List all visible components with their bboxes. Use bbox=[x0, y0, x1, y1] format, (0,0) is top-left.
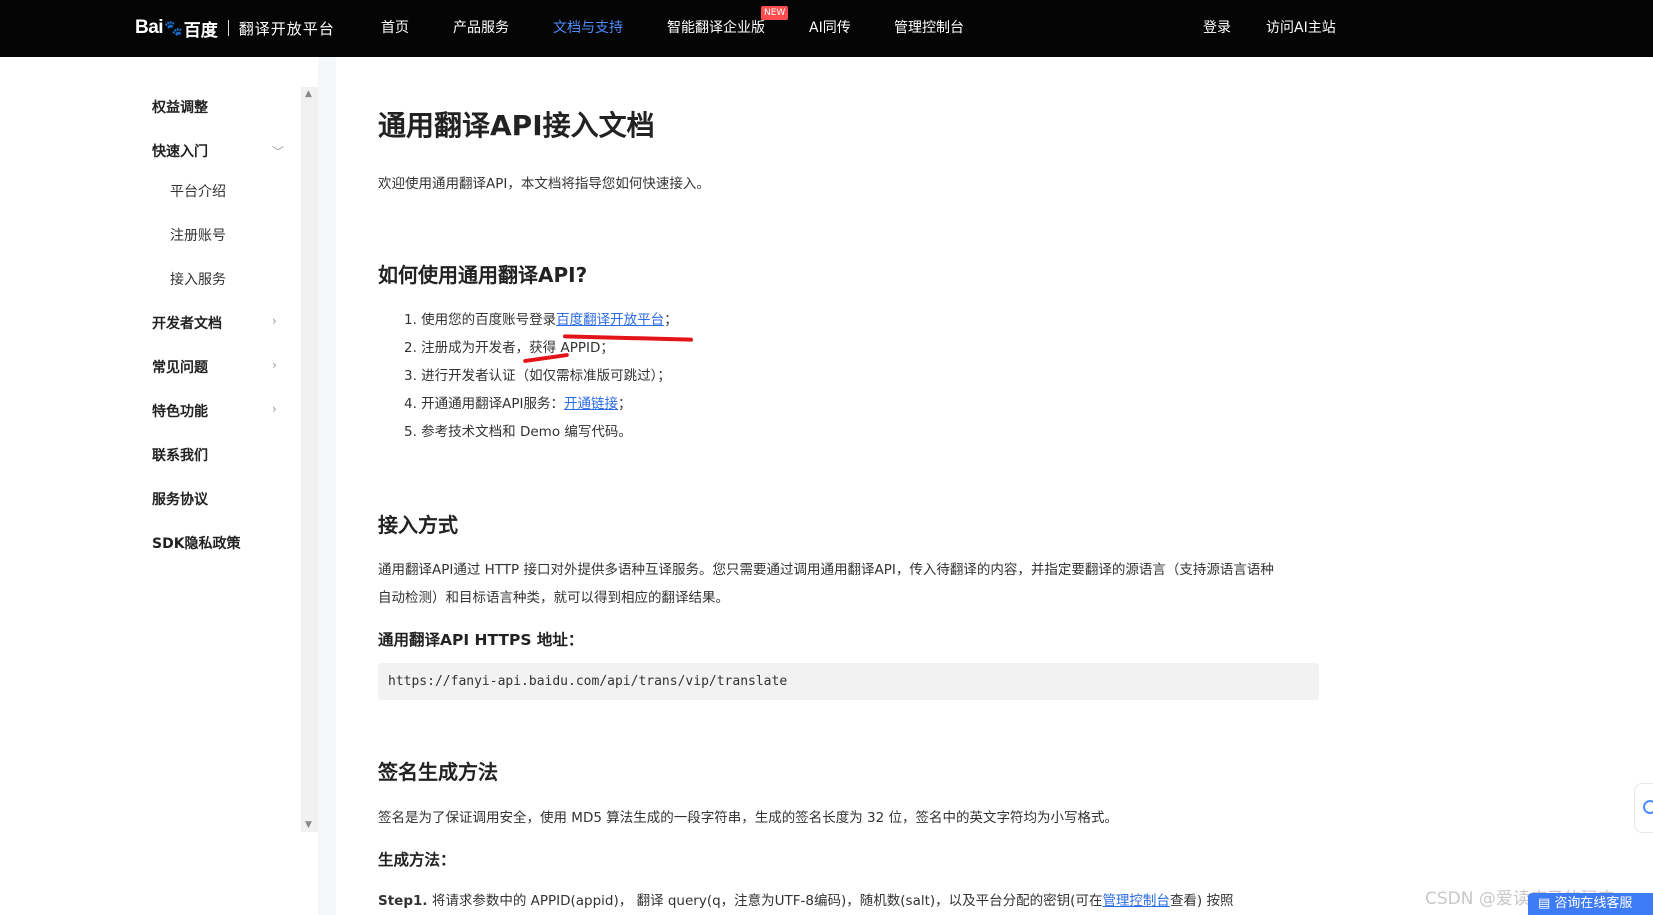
new-badge: NEW bbox=[761, 6, 789, 20]
sign-heading: 签名生成方法 bbox=[378, 760, 498, 784]
help-icon bbox=[1643, 800, 1653, 814]
online-consult-button[interactable]: ▤ 咨询在线客服 bbox=[1528, 893, 1653, 915]
logo-bai-text: Bai bbox=[135, 17, 164, 38]
scroll-up-icon[interactable]: ▲ bbox=[305, 89, 312, 99]
step1-label: Step1. bbox=[378, 893, 428, 909]
step-text: 使用您的百度账号登录 bbox=[421, 312, 557, 328]
https-url-code-block[interactable]: https://fanyi-api.baidu.com/api/trans/vi… bbox=[378, 663, 1319, 700]
sidebar-item-rights[interactable]: 权益调整 bbox=[152, 97, 208, 117]
nav-docs-support[interactable]: 文档与支持 bbox=[553, 0, 623, 57]
step-text: 参考技术文档和 Demo 编写代码。 bbox=[421, 424, 632, 440]
top-nav-bar: Bai 🐾 百度 翻译开放平台 首页 产品服务 文档与支持 智能翻译企业版 NE… bbox=[0, 0, 1653, 57]
baidu-fanyi-logo[interactable]: Bai 🐾 百度 翻译开放平台 bbox=[135, 14, 335, 42]
sidebar-item-platform-intro[interactable]: 平台介绍 bbox=[170, 181, 226, 201]
chevron-right-icon[interactable]: › bbox=[272, 402, 277, 416]
step-number: 2. bbox=[404, 340, 422, 356]
platform-name: 翻译开放平台 bbox=[238, 19, 335, 38]
step1-body: 将请求参数中的 APPID(appid)， 翻译 query(q，注意为UTF-… bbox=[427, 893, 1103, 909]
login-link[interactable]: 登录 bbox=[1203, 0, 1231, 57]
access-text-line-1: 通用翻译API通过 HTTP 接口对外提供多语种互译服务。您只需要通过调用通用翻… bbox=[378, 562, 1274, 578]
sidebar-item-agreement[interactable]: 服务协议 bbox=[152, 489, 208, 509]
sidebar bbox=[0, 57, 318, 915]
step-text: 开通通用翻译API服务： bbox=[421, 396, 565, 412]
step-text: ； bbox=[618, 396, 632, 412]
nav-products[interactable]: 产品服务 bbox=[453, 0, 509, 57]
gen-method-heading: 生成方法： bbox=[378, 851, 456, 869]
content-gutter bbox=[318, 57, 336, 915]
sidebar-item-sdk-privacy[interactable]: SDK隐私政策 bbox=[152, 533, 241, 553]
sidebar-scrollbar[interactable]: ▲ ▼ bbox=[301, 87, 318, 832]
chevron-right-icon[interactable]: › bbox=[272, 358, 277, 372]
floating-help-tab[interactable] bbox=[1634, 783, 1653, 833]
step-item-5: 5. 参考技术文档和 Demo 编写代码。 bbox=[404, 420, 632, 440]
sidebar-item-dev-docs[interactable]: 开发者文档 bbox=[152, 313, 222, 333]
step-item-4: 4. 开通通用翻译API服务：开通链接； bbox=[404, 392, 632, 412]
step-item-1: 1. 使用您的百度账号登录百度翻译开放平台； bbox=[404, 308, 678, 328]
step-number: 3. bbox=[404, 368, 422, 384]
sidebar-item-features[interactable]: 特色功能 bbox=[152, 401, 208, 421]
step-number: 5. bbox=[404, 424, 422, 440]
nav-ai-interpret[interactable]: AI同传 bbox=[809, 0, 851, 57]
sign-text: 签名是为了保证调用安全，使用 MD5 算法生成的一段字符串，生成的签名长度为 3… bbox=[378, 810, 1118, 826]
access-heading: 接入方式 bbox=[378, 513, 458, 537]
step-text: 进行开发者认证（如仅需标准版可跳过）； bbox=[421, 368, 671, 384]
step1-text: Step1. 将请求参数中的 APPID(appid)， 翻译 query(q，… bbox=[378, 889, 1234, 909]
step1-body: 查看) 按照 bbox=[1169, 893, 1234, 909]
baidu-paw-icon: 🐾 bbox=[164, 19, 183, 37]
access-text-line-2: 自动检测）和目标语言种类，就可以得到相应的翻译结果。 bbox=[378, 590, 729, 606]
logo-divider bbox=[227, 20, 229, 36]
sidebar-item-faq[interactable]: 常见问题 bbox=[152, 357, 208, 377]
sidebar-item-quickstart[interactable]: 快速入门 bbox=[152, 141, 208, 161]
nav-home[interactable]: 首页 bbox=[381, 0, 409, 57]
scroll-down-icon[interactable]: ▼ bbox=[305, 820, 312, 830]
step-item-2: 2. 注册成为开发者，获得 APPID； bbox=[404, 336, 614, 356]
step-number: 1. bbox=[404, 312, 422, 328]
page-title: 通用翻译API接入文档 bbox=[378, 109, 655, 142]
logo-du-text: 百度 bbox=[183, 20, 218, 41]
fanyi-platform-link[interactable]: 百度翻译开放平台 bbox=[556, 312, 664, 328]
console-link[interactable]: 管理控制台 bbox=[1102, 893, 1170, 909]
activate-link[interactable]: 开通链接 bbox=[564, 396, 618, 412]
step-text: 注册成为开发者，获得 APPID； bbox=[421, 340, 614, 356]
step-text: ； bbox=[664, 312, 678, 328]
howto-heading: 如何使用通用翻译API? bbox=[378, 263, 588, 287]
step-number: 4. bbox=[404, 396, 422, 412]
https-heading: 通用翻译API HTTPS 地址： bbox=[378, 631, 584, 649]
sidebar-item-contact[interactable]: 联系我们 bbox=[152, 445, 208, 465]
sidebar-item-access-service[interactable]: 接入服务 bbox=[170, 269, 226, 289]
nav-console[interactable]: 管理控制台 bbox=[894, 0, 964, 57]
visit-ai-link[interactable]: 访问AI主站 bbox=[1266, 0, 1336, 57]
nav-enterprise[interactable]: 智能翻译企业版 bbox=[667, 0, 765, 57]
intro-text: 欢迎使用通用翻译API，本文档将指导您如何快速接入。 bbox=[378, 176, 710, 192]
chevron-right-icon[interactable]: › bbox=[272, 314, 277, 328]
sidebar-item-register[interactable]: 注册账号 bbox=[170, 225, 226, 245]
step-item-3: 3. 进行开发者认证（如仅需标准版可跳过）； bbox=[404, 364, 671, 384]
chevron-down-icon[interactable]: ﹀ bbox=[272, 143, 284, 160]
consult-label: 咨询在线客服 bbox=[1554, 896, 1633, 911]
